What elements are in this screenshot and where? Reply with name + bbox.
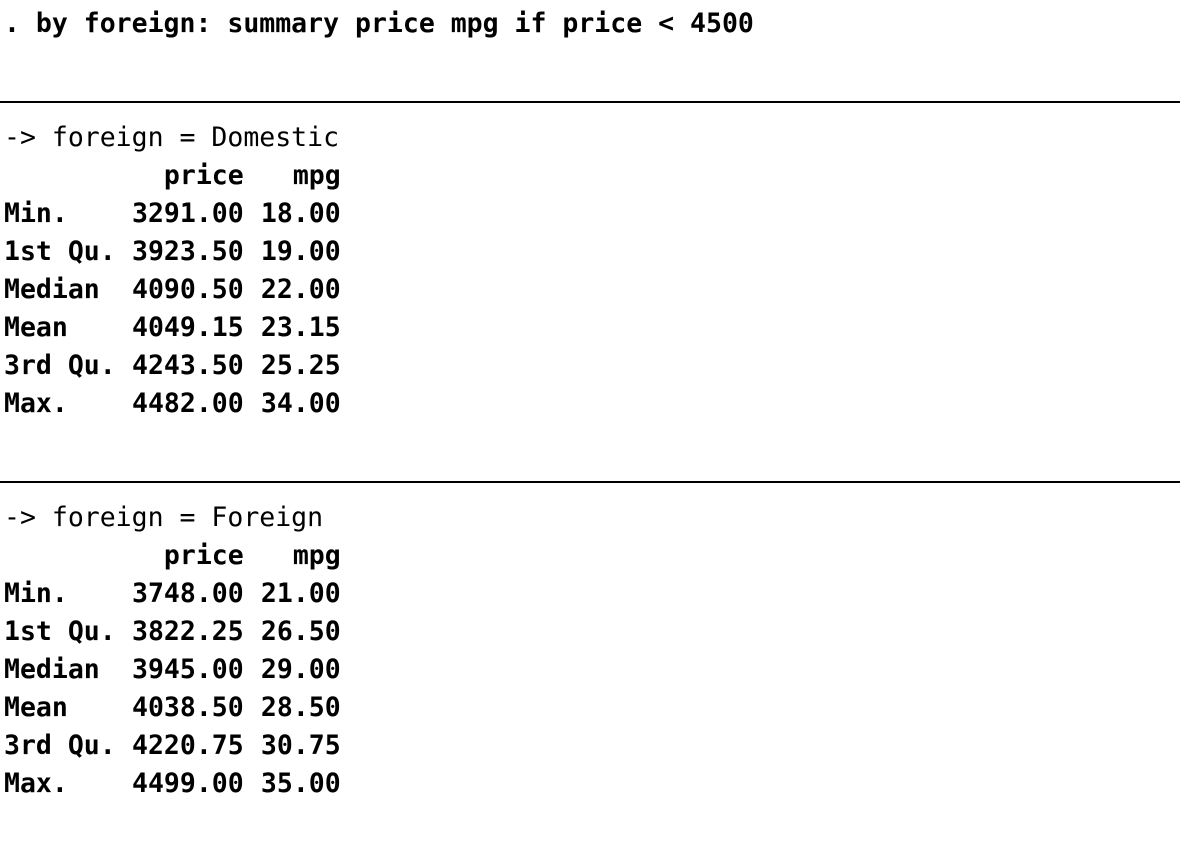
mpg-value: 26.50: [260, 616, 341, 647]
group-divider: [0, 101, 1180, 103]
price-value: 3748.00: [132, 578, 244, 609]
stat-label: Max.: [4, 388, 68, 419]
table-row: 1st Qu. 3923.50 19.00: [4, 233, 341, 271]
stat-label: Max.: [4, 768, 68, 799]
group-divider: [0, 481, 1180, 483]
price-value: 3291.00: [132, 198, 244, 229]
mpg-column-header: mpg: [292, 160, 341, 191]
summary-table: price mpg Min. 3291.00 18.00 1st Qu. 392…: [4, 157, 341, 423]
command-line: . by foreign: summary price mpg if price…: [4, 8, 754, 39]
stat-label: 3rd Qu.: [4, 730, 116, 761]
group-header: -> foreign = Foreign: [4, 502, 324, 533]
price-value: 4482.00: [132, 388, 244, 419]
price-value: 3945.00: [132, 654, 244, 685]
table-row: Mean 4049.15 23.15: [4, 309, 341, 347]
stat-label: 1st Qu.: [4, 236, 116, 267]
table-row: Max. 4499.00 35.00: [4, 765, 341, 803]
stat-label: Min.: [4, 198, 68, 229]
table-row: Median 3945.00 29.00: [4, 651, 341, 689]
price-value: 4038.50: [132, 692, 244, 723]
mpg-value: 28.50: [260, 692, 341, 723]
group-header: -> foreign = Domestic: [4, 122, 340, 153]
price-column-header: price: [163, 160, 244, 191]
stat-label: Min.: [4, 578, 68, 609]
table-row: Max. 4482.00 34.00: [4, 385, 341, 423]
table-row: 3rd Qu. 4220.75 30.75: [4, 727, 341, 765]
mpg-value: 35.00: [260, 768, 341, 799]
group-domestic: -> foreign = Domestic price mpg Min. 329…: [0, 101, 1180, 423]
table-row: Min. 3291.00 18.00: [4, 195, 341, 233]
mpg-value: 18.00: [260, 198, 341, 229]
price-value: 4090.50: [132, 274, 244, 305]
mpg-value: 21.00: [260, 578, 341, 609]
stat-column-header: [4, 537, 132, 575]
stat-label: Mean: [4, 312, 68, 343]
table-row: Median 4090.50 22.00: [4, 271, 341, 309]
mpg-value: 29.00: [260, 654, 341, 685]
table-row: 3rd Qu. 4243.50 25.25: [4, 347, 341, 385]
mpg-value: 19.00: [260, 236, 341, 267]
stat-label: 3rd Qu.: [4, 350, 116, 381]
table-header-row: price mpg: [4, 157, 341, 195]
price-value: 4243.50: [132, 350, 244, 381]
stat-label: Median: [4, 654, 100, 685]
mpg-value: 30.75: [260, 730, 341, 761]
price-value: 3822.25: [132, 616, 244, 647]
stat-label: 1st Qu.: [4, 616, 116, 647]
price-value: 4220.75: [132, 730, 244, 761]
stat-label: Mean: [4, 692, 68, 723]
mpg-column-header: mpg: [292, 540, 341, 571]
group-foreign: -> foreign = Foreign price mpg Min. 3748…: [0, 481, 1180, 803]
mpg-value: 22.00: [260, 274, 341, 305]
table-row: Mean 4038.50 28.50: [4, 689, 341, 727]
price-value: 3923.50: [132, 236, 244, 267]
table-row: Min. 3748.00 21.00: [4, 575, 341, 613]
summary-table: price mpg Min. 3748.00 21.00 1st Qu. 382…: [4, 537, 341, 803]
mpg-value: 23.15: [260, 312, 341, 343]
stat-column-header: [4, 157, 132, 195]
price-column-header: price: [163, 540, 244, 571]
table-row: 1st Qu. 3822.25 26.50: [4, 613, 341, 651]
price-value: 4049.15: [132, 312, 244, 343]
mpg-value: 34.00: [260, 388, 341, 419]
mpg-value: 25.25: [260, 350, 341, 381]
stat-label: Median: [4, 274, 100, 305]
price-value: 4499.00: [132, 768, 244, 799]
table-header-row: price mpg: [4, 537, 341, 575]
